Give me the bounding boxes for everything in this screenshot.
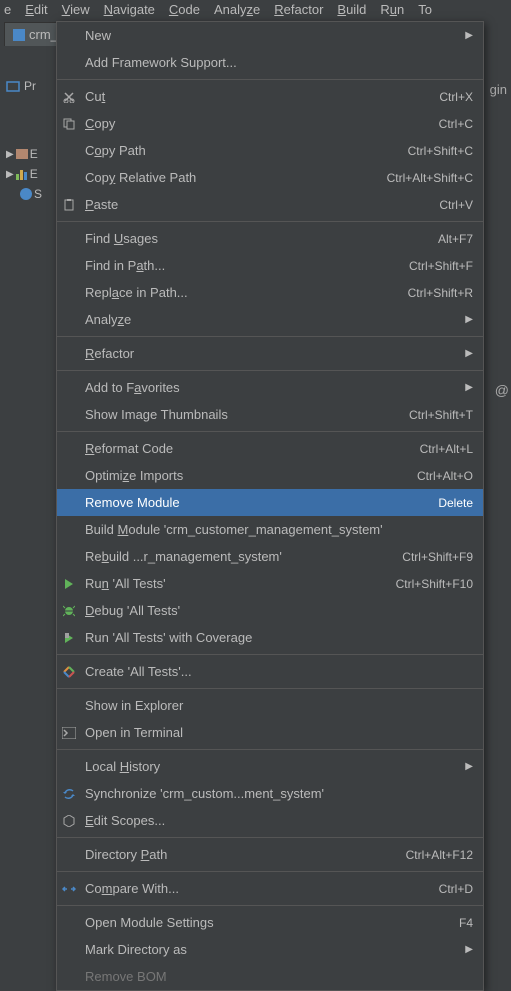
menu-local-history[interactable]: Local History▶ xyxy=(57,753,483,780)
menu-open-terminal[interactable]: Open in Terminal xyxy=(57,719,483,746)
menu-directory-path[interactable]: Directory PathCtrl+Alt+F12 xyxy=(57,841,483,868)
menu-mark-directory[interactable]: Mark Directory as▶ xyxy=(57,936,483,963)
create-config-icon xyxy=(57,666,81,678)
debug-icon xyxy=(57,605,81,617)
menu-copy[interactable]: CopyCtrl+C xyxy=(57,110,483,137)
tree-label: E xyxy=(30,167,38,181)
chevron-right-icon: ▶ xyxy=(461,761,473,772)
project-tree-item[interactable]: S xyxy=(6,187,42,201)
menu-tools[interactable]: To xyxy=(418,2,432,19)
menu-replace-in-path[interactable]: Replace in Path...Ctrl+Shift+R xyxy=(57,279,483,306)
menu-refactor[interactable]: Refactor xyxy=(274,2,323,19)
menu-debug-tests[interactable]: Debug 'All Tests' xyxy=(57,597,483,624)
menu-separator xyxy=(57,905,483,906)
chevron-right-icon: ▶ xyxy=(461,30,473,41)
project-sidebar: Pr ▶ E ▶ E S xyxy=(0,47,56,932)
menu-find-in-path[interactable]: Find in Path...Ctrl+Shift+F xyxy=(57,252,483,279)
menu-copy-path[interactable]: Copy PathCtrl+Shift+C xyxy=(57,137,483,164)
folder-icon xyxy=(16,149,28,159)
chevron-right-icon: ▶ xyxy=(461,348,473,359)
menu-cut[interactable]: CutCtrl+X xyxy=(57,83,483,110)
menu-show-explorer[interactable]: Show in Explorer xyxy=(57,692,483,719)
paste-icon xyxy=(57,199,81,211)
project-tab[interactable]: Pr xyxy=(6,79,56,93)
menu-separator xyxy=(57,79,483,80)
menu-separator xyxy=(57,431,483,432)
menu-file[interactable]: e xyxy=(4,2,11,19)
project-label: Pr xyxy=(24,79,36,93)
menu-rebuild[interactable]: Rebuild ...r_management_system'Ctrl+Shif… xyxy=(57,543,483,570)
project-tree-item[interactable]: ▶ E xyxy=(6,147,42,161)
cut-icon xyxy=(57,91,81,103)
scope-icon xyxy=(57,815,81,827)
menu-separator xyxy=(57,688,483,689)
run-icon xyxy=(57,578,81,590)
coverage-icon xyxy=(57,632,81,644)
module-icon xyxy=(13,29,25,41)
sync-icon xyxy=(57,788,81,800)
menu-edit-scopes[interactable]: Edit Scopes... xyxy=(57,807,483,834)
menu-run[interactable]: Run xyxy=(380,2,404,19)
expand-arrow-icon: ▶ xyxy=(6,169,14,180)
scratches-icon xyxy=(20,188,32,200)
menu-show-image-thumbnails[interactable]: Show Image ThumbnailsCtrl+Shift+T xyxy=(57,401,483,428)
tree-label: E xyxy=(30,147,38,161)
menu-synchronize[interactable]: Synchronize 'crm_custom...ment_system' xyxy=(57,780,483,807)
menu-add-framework[interactable]: Add Framework Support... xyxy=(57,49,483,76)
menu-add-favorites[interactable]: Add to Favorites▶ xyxy=(57,374,483,401)
context-menu: New▶ Add Framework Support... CutCtrl+X … xyxy=(56,21,484,991)
editor-text-fragment: gin xyxy=(490,82,507,97)
menu-analyze[interactable]: Analyze xyxy=(214,2,260,19)
menu-separator xyxy=(57,336,483,337)
copy-icon xyxy=(57,118,81,130)
menu-separator xyxy=(57,221,483,222)
menu-remove-bom[interactable]: Remove BOM xyxy=(57,963,483,990)
menu-copy-relative-path[interactable]: Copy Relative PathCtrl+Alt+Shift+C xyxy=(57,164,483,191)
menu-navigate[interactable]: Navigate xyxy=(104,2,155,19)
chevron-right-icon: ▶ xyxy=(461,382,473,393)
menu-view[interactable]: View xyxy=(62,2,90,19)
menu-create-tests[interactable]: Create 'All Tests'... xyxy=(57,658,483,685)
menu-compare-with[interactable]: Compare With...Ctrl+D xyxy=(57,875,483,902)
chevron-right-icon: ▶ xyxy=(461,944,473,955)
menubar: e Edit View Navigate Code Analyze Refact… xyxy=(0,0,511,21)
menu-remove-module[interactable]: Remove ModuleDelete xyxy=(57,489,483,516)
menu-find-usages[interactable]: Find UsagesAlt+F7 xyxy=(57,225,483,252)
menu-edit[interactable]: Edit xyxy=(25,2,47,19)
terminal-icon xyxy=(57,727,81,739)
menu-separator xyxy=(57,749,483,750)
chevron-right-icon: ▶ xyxy=(461,314,473,325)
menu-analyze[interactable]: Analyze▶ xyxy=(57,306,483,333)
project-icon xyxy=(6,79,20,93)
menu-separator xyxy=(57,837,483,838)
tree-label: S xyxy=(34,187,42,201)
menu-build-module[interactable]: Build Module 'crm_customer_management_sy… xyxy=(57,516,483,543)
menu-optimize-imports[interactable]: Optimize ImportsCtrl+Alt+O xyxy=(57,462,483,489)
expand-arrow-icon: ▶ xyxy=(6,149,14,160)
compare-icon xyxy=(57,883,81,895)
project-tree-item[interactable]: ▶ E xyxy=(6,167,42,181)
menu-paste[interactable]: PasteCtrl+V xyxy=(57,191,483,218)
menu-separator xyxy=(57,871,483,872)
menu-new[interactable]: New▶ xyxy=(57,22,483,49)
editor-text-fragment: @ xyxy=(495,382,509,398)
menu-refactor[interactable]: Refactor▶ xyxy=(57,340,483,367)
menu-run-coverage[interactable]: Run 'All Tests' with Coverage xyxy=(57,624,483,651)
menu-separator xyxy=(57,370,483,371)
menu-build[interactable]: Build xyxy=(337,2,366,19)
menu-code[interactable]: Code xyxy=(169,2,200,19)
menu-reformat-code[interactable]: Reformat CodeCtrl+Alt+L xyxy=(57,435,483,462)
menu-separator xyxy=(57,654,483,655)
libraries-icon xyxy=(16,168,28,180)
menu-run-tests[interactable]: Run 'All Tests'Ctrl+Shift+F10 xyxy=(57,570,483,597)
